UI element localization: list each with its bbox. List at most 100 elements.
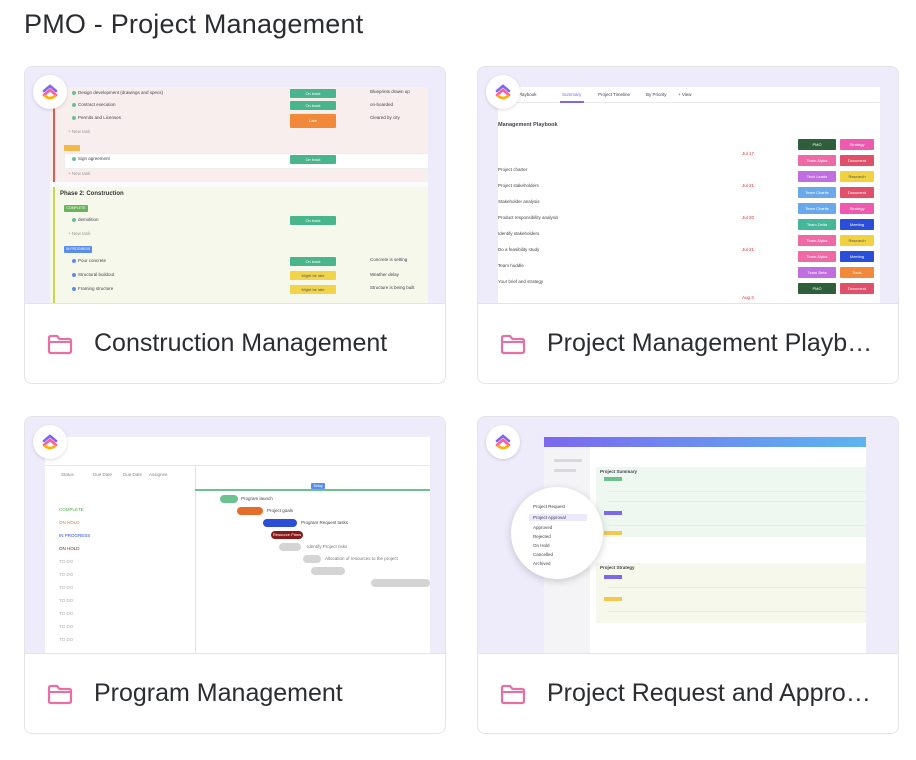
menu-item[interactable]: Archived	[533, 561, 551, 566]
template-card-request-approval[interactable]: Project Summary Project Strategy Project…	[477, 416, 899, 734]
group-heading: Project Summary	[600, 469, 638, 474]
status-pill[interactable]: On track	[290, 89, 336, 98]
status-text: TO DO	[59, 559, 74, 564]
folder-icon	[500, 684, 526, 705]
task-name[interactable]: Team huddle	[498, 263, 524, 268]
list-heading: Management Playbook	[498, 122, 558, 128]
card-thumbnail: Status Due Date Due Date Assignee Today …	[25, 417, 445, 654]
gantt-label: Identify Project risks	[307, 544, 348, 549]
task-name[interactable]: Product responsibility analysis	[498, 215, 558, 220]
new-task-link[interactable]: + New task	[68, 129, 90, 134]
gantt-label: Project goals	[267, 508, 294, 513]
deliverable-column: Strategy Document Research Document Stra…	[840, 139, 878, 303]
template-card-program[interactable]: Status Due Date Due Date Assignee Today …	[24, 416, 446, 734]
add-view-button[interactable]: + View	[678, 92, 692, 97]
task-name[interactable]: Your brief and strategy	[498, 279, 543, 284]
menu-item[interactable]: Project Request	[533, 504, 565, 509]
column-header: Status	[61, 472, 74, 477]
gantt-bar[interactable]	[237, 507, 263, 515]
new-task-link[interactable]: + New task	[68, 171, 90, 176]
gantt-bar[interactable]	[371, 579, 430, 587]
task-name[interactable]: demolition	[78, 217, 99, 222]
status-text: TO DO	[59, 611, 74, 616]
tab-timeline[interactable]: Project Timeline	[598, 92, 630, 97]
gantt-bar[interactable]	[263, 519, 297, 527]
tab-priority[interactable]: By Priority	[646, 92, 667, 97]
due-date: Jul 17	[742, 151, 755, 156]
status-text: IN PROGRESS	[59, 533, 91, 538]
page-title: PMO - Project Management	[24, 9, 364, 39]
task-note: Cleared by city	[370, 115, 400, 120]
tab[interactable]: Playbook	[518, 92, 537, 97]
card-title[interactable]: Program Management	[94, 679, 424, 708]
status-pill[interactable]: On track	[290, 257, 336, 266]
status-text: TO DO	[59, 624, 74, 629]
card-title[interactable]: Project Request and Approval	[547, 679, 877, 708]
status-pill[interactable]: On track	[290, 155, 336, 164]
gantt-bar[interactable]	[220, 495, 238, 503]
tab-summary[interactable]: Summary	[562, 92, 581, 97]
due-date: Jul 21	[742, 183, 755, 188]
task-name[interactable]: Project stakeholders	[498, 183, 539, 188]
folder-icon	[500, 334, 526, 355]
column-header: Due Date	[123, 472, 143, 477]
task-name[interactable]: Project charter	[498, 167, 527, 172]
task-note: Structure is being built	[370, 285, 415, 290]
status-pill[interactable]: On track	[290, 101, 336, 110]
menu-item[interactable]: On Hold	[533, 543, 550, 548]
gantt-bar[interactable]: Resource Plans	[271, 531, 303, 539]
task-name[interactable]: Pour concrete	[78, 258, 106, 263]
task-name[interactable]: Stakeholder analysis	[498, 199, 540, 204]
status-pill[interactable]: Late	[290, 114, 336, 128]
clickup-logo-icon	[33, 75, 67, 109]
card-footer[interactable]: Program Management	[25, 654, 445, 733]
task-name[interactable]: Do a feasibility study	[498, 247, 539, 252]
menu-item[interactable]: Project Approval	[533, 515, 566, 520]
gantt-label: Program Request tasks	[301, 520, 349, 525]
card-footer[interactable]: Construction Management	[25, 304, 445, 383]
status-pill[interactable]: On track	[290, 216, 336, 225]
folder-icon	[47, 334, 73, 355]
task-name[interactable]: Structural buildout	[78, 272, 114, 277]
card-title[interactable]: Construction Management	[94, 329, 424, 358]
menu-item[interactable]: Cancelled	[533, 552, 553, 557]
status-text: TO DO	[59, 585, 74, 590]
clickup-logo-icon	[486, 75, 520, 109]
clickup-logo-icon	[33, 425, 67, 459]
task-name[interactable]: Sign agreement	[78, 156, 110, 161]
status-badge: COMPLETE	[64, 205, 88, 212]
task-name[interactable]: Identify stakeholders	[498, 231, 539, 236]
gantt-bar[interactable]	[311, 567, 345, 575]
card-footer[interactable]: Project Request and Approval	[478, 654, 898, 733]
status-pill[interactable]: Might be late	[290, 271, 336, 280]
card-thumbnail: Project Summary Project Strategy Project…	[478, 417, 898, 654]
task-name[interactable]: Permits and Licenses	[78, 115, 121, 120]
playbook-preview: Playbook Summary Project Timeline By Pri…	[498, 87, 880, 303]
template-card-construction[interactable]: Design development (drawings and specs) O…	[24, 66, 446, 384]
template-card-playbook[interactable]: Playbook Summary Project Timeline By Pri…	[477, 66, 899, 384]
group-heading: Project Strategy	[600, 565, 635, 570]
card-title[interactable]: Project Management Playbook	[547, 329, 877, 358]
task-name[interactable]: Framing structure	[78, 286, 113, 291]
task-note: Blueprints drawn up	[370, 89, 410, 94]
gantt-bar[interactable]	[279, 543, 301, 551]
column-header: Assignee	[149, 472, 168, 477]
new-task-link[interactable]: + New task	[68, 231, 90, 236]
card-thumbnail: Playbook Summary Project Timeline By Pri…	[478, 67, 898, 304]
task-note: Concrete is setting	[370, 257, 408, 262]
card-footer[interactable]: Project Management Playbook	[478, 304, 898, 383]
phase-heading: Phase 2: Construction	[60, 191, 124, 197]
status-text: TO DO	[59, 598, 74, 603]
status-pill[interactable]: Might be late	[290, 285, 336, 294]
task-note: on-boarded	[370, 102, 394, 107]
task-name[interactable]: Contract execution	[78, 102, 116, 107]
due-date: Aug 3	[742, 295, 754, 300]
task-name[interactable]: Design development (drawings and specs)	[78, 90, 163, 95]
clickup-logo-icon	[486, 425, 520, 459]
menu-item[interactable]: Rejected	[533, 534, 551, 539]
menu-item[interactable]: Approved	[533, 525, 552, 530]
gantt-bar[interactable]	[303, 555, 321, 563]
team-column: PMO Team Alpha Tech Leads Team Charlie T…	[798, 139, 838, 303]
status-text: TO DO	[59, 572, 74, 577]
task-note: Weather delay	[370, 272, 399, 277]
